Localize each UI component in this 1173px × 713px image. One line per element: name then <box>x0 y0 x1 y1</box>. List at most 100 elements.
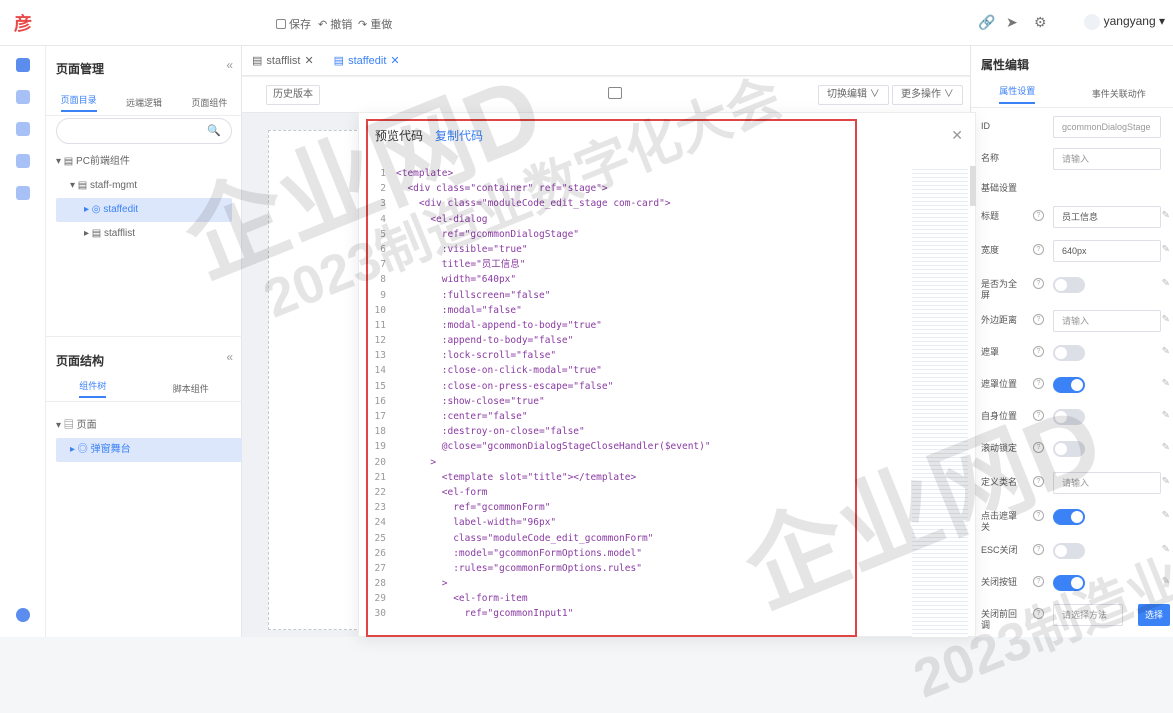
redo-button[interactable]: ↷ 重做 <box>358 16 392 32</box>
help-icon[interactable]: ? <box>1033 210 1044 221</box>
top-field[interactable]: 请输入 <box>1053 310 1161 332</box>
edit-icon[interactable]: ✎ <box>1162 476 1170 487</box>
closecb-field[interactable]: 请选择方法 <box>1053 604 1123 626</box>
link-icon[interactable]: 🔗 <box>978 14 995 31</box>
logic-icon[interactable] <box>16 90 30 104</box>
tree-node[interactable]: ▾ ▤ 页面 <box>56 414 242 438</box>
edit-icon[interactable]: ✎ <box>1162 442 1170 453</box>
line-number: 17 <box>374 411 386 422</box>
help-icon[interactable]: ? <box>1033 442 1044 453</box>
append-toggle[interactable] <box>1053 377 1085 393</box>
select-button[interactable]: 选择 <box>1138 604 1170 626</box>
help-icon[interactable]: ? <box>1033 346 1044 357</box>
tab-property-settings[interactable]: 属性设置 <box>999 84 1036 104</box>
help-icon[interactable]: ? <box>1033 510 1044 521</box>
collapse-icon[interactable]: « <box>226 58 233 72</box>
code-text: <el-form-item <box>396 593 528 605</box>
settings-icon[interactable]: ⚙ <box>1034 14 1047 31</box>
title-field[interactable]: 员工信息 <box>1053 206 1161 228</box>
close-icon[interactable]: ✕ <box>304 54 313 67</box>
edit-icon[interactable]: ✎ <box>1162 244 1170 255</box>
help-icon[interactable]: ? <box>1033 378 1044 389</box>
help-icon[interactable]: ? <box>1033 544 1044 555</box>
doc-tab-staffedit[interactable]: ▤ staffedit ✕ <box>324 54 410 68</box>
preview-icon[interactable] <box>608 87 622 99</box>
structure-tree: ▾ ▤ 页面 ▸ ◎ 弹窗舞台 <box>56 414 242 462</box>
component-icon[interactable] <box>16 122 30 136</box>
close-icon[interactable]: ✕ <box>951 127 963 144</box>
tree-node[interactable]: ▸ ▤ stafflist <box>56 222 232 246</box>
tab-event-actions[interactable]: 事件关联动作 <box>1092 87 1146 100</box>
edit-icon[interactable]: ✎ <box>1162 278 1170 289</box>
code-text: :fullscreen="false" <box>396 289 551 301</box>
help-icon[interactable]: ? <box>1033 410 1044 421</box>
prop-name: 名称 请输入 <box>971 144 1173 174</box>
line-number: 22 <box>374 486 386 498</box>
code-minimap[interactable] <box>912 166 968 637</box>
showclose-toggle[interactable] <box>1053 575 1085 591</box>
code-line: 10 :modal="false" <box>368 303 854 318</box>
close-icon[interactable]: ✕ <box>390 54 399 67</box>
tree-node-selected[interactable]: ▸ ◎ staffedit <box>56 198 232 222</box>
scrollbar[interactable] <box>970 166 976 206</box>
tree-node[interactable]: ▾ ▤ staff-mgmt <box>56 174 232 198</box>
user-icon[interactable] <box>16 608 30 622</box>
code-text: :model="gcommonFormOptions.model" <box>396 547 642 559</box>
tab-component-tree[interactable]: 组件树 <box>79 379 107 398</box>
name-field[interactable]: 请输入 <box>1053 148 1161 170</box>
collapse-icon[interactable]: « <box>226 350 233 364</box>
scroll-toggle[interactable] <box>1053 441 1085 457</box>
help-icon[interactable]: ? <box>1033 244 1044 255</box>
tree-node-selected[interactable]: ▸ ◎ 弹窗舞台 <box>56 438 242 462</box>
data-icon[interactable] <box>16 154 30 168</box>
mask-toggle[interactable] <box>1053 345 1085 361</box>
tab-script-components[interactable]: 脚本组件 <box>173 382 209 395</box>
tab-page-components[interactable]: 页面组件 <box>191 96 227 109</box>
code-line: 24 label-width="96px" <box>368 515 854 530</box>
copy-code-link[interactable]: 复制代码 <box>435 127 483 144</box>
edit-icon[interactable]: ✎ <box>1162 544 1170 555</box>
edit-icon[interactable]: ✎ <box>1162 210 1170 221</box>
help-icon[interactable]: ? <box>1033 476 1044 487</box>
help-icon[interactable]: ? <box>1033 278 1044 289</box>
history-button[interactable]: 历史版本 <box>266 85 320 105</box>
design-canvas[interactable] <box>268 130 362 630</box>
line-number: 1 <box>380 168 386 179</box>
doc-tab-stafflist[interactable]: ▤ stafflist ✕ <box>242 54 324 68</box>
document-tabs: ▤ stafflist ✕ ▤ staffedit ✕ <box>242 46 970 76</box>
send-icon[interactable]: ➤ <box>1006 14 1018 31</box>
fullscreen-toggle[interactable] <box>1053 277 1085 293</box>
tab-page-dir[interactable]: 页面目录 <box>60 93 97 112</box>
search-input[interactable]: 🔍 <box>56 118 232 144</box>
edit-icon[interactable]: ✎ <box>1162 510 1170 521</box>
edit-icon[interactable]: ✎ <box>1162 314 1170 325</box>
tab-remote-logic[interactable]: 远端逻辑 <box>126 96 162 109</box>
edit-icon[interactable]: ✎ <box>1162 576 1170 587</box>
help-icon[interactable]: ? <box>1033 576 1044 587</box>
chart-icon[interactable] <box>16 186 30 200</box>
more-actions-dropdown[interactable]: 更多操作 ∨ <box>892 85 963 105</box>
width-field[interactable]: 640px <box>1053 240 1161 262</box>
user-menu[interactable]: yangyang ▾ <box>1083 14 1165 30</box>
undo-button[interactable]: ↶ 撤销 <box>318 16 352 32</box>
page-icon[interactable] <box>16 58 30 72</box>
help-icon[interactable]: ? <box>1033 314 1044 325</box>
save-button[interactable]: 保存 <box>276 16 311 32</box>
edit-icon[interactable]: ✎ <box>1162 410 1170 421</box>
code-viewer[interactable]: 1 <template> 2 <div class="container" ref=… <box>368 166 854 637</box>
prop-closecb: 关闭前回调? 请选择方法 选择 <box>971 600 1173 630</box>
tree-node[interactable]: ▾ ▤ PC前端组件 <box>56 150 232 174</box>
esc-toggle[interactable] <box>1053 543 1085 559</box>
class-field[interactable]: 请输入 <box>1053 472 1161 494</box>
code-line: 19 @close="gcommonDialogStageCloseHandle… <box>368 439 854 454</box>
self-toggle[interactable] <box>1053 409 1085 425</box>
id-field[interactable]: gcommonDialogStage <box>1053 116 1161 138</box>
code-text: :modal="false" <box>396 304 522 316</box>
clickclose-toggle[interactable] <box>1053 509 1085 525</box>
switch-edit-dropdown[interactable]: 切换编辑 ∨ <box>818 85 889 105</box>
undo-icon: ↶ <box>318 18 328 31</box>
help-icon[interactable]: ? <box>1033 608 1044 619</box>
code-text: <template> <box>396 168 454 179</box>
edit-icon[interactable]: ✎ <box>1162 346 1170 357</box>
edit-icon[interactable]: ✎ <box>1162 378 1170 389</box>
